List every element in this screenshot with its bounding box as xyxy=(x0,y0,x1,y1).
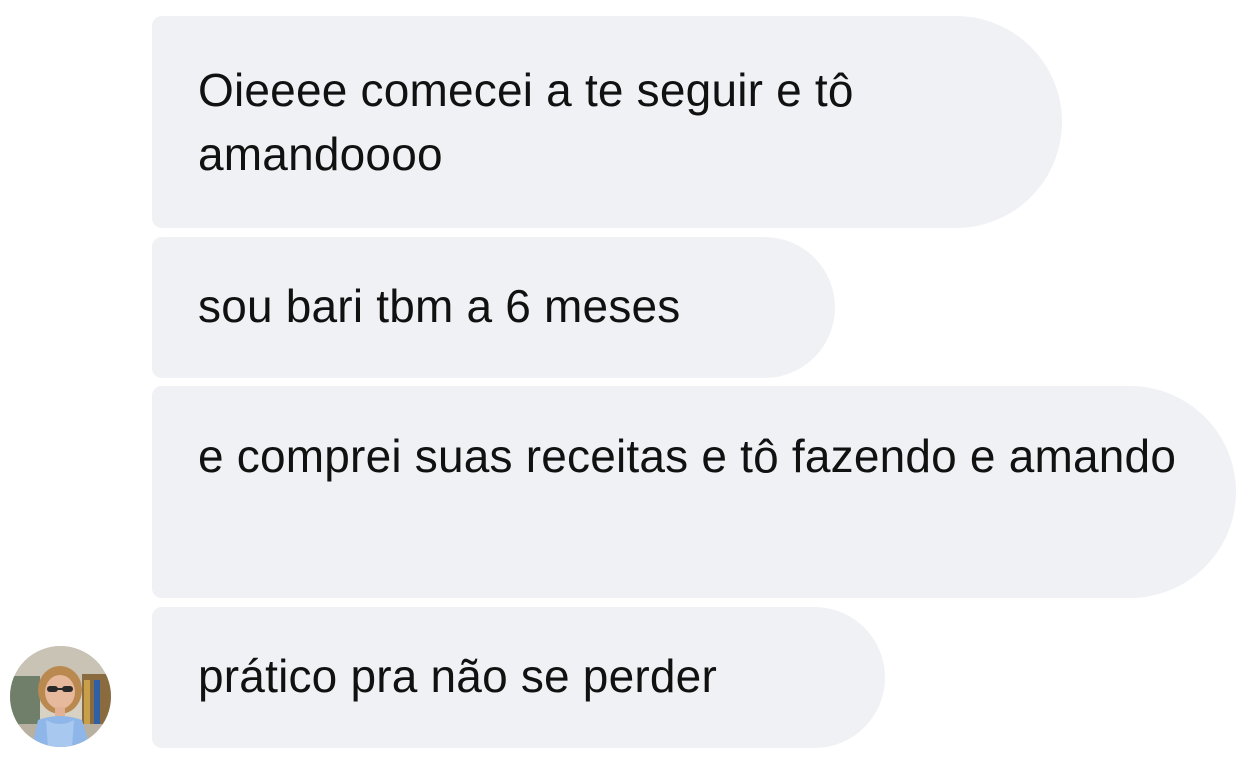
sender-avatar[interactable] xyxy=(10,646,111,747)
message-bubble[interactable]: Oieeee comecei a te seguir e tô amandooo… xyxy=(152,16,1062,228)
message-text: sou bari tbm a 6 meses xyxy=(198,280,681,332)
profile-photo-icon xyxy=(10,646,111,747)
message-bubble[interactable]: sou bari tbm a 6 meses xyxy=(152,237,835,378)
message-text: prático pra não se perder xyxy=(198,650,717,702)
message-bubble[interactable]: e comprei suas receitas e tô fazendo e a… xyxy=(152,386,1236,598)
message-bubble[interactable]: prático pra não se perder xyxy=(152,607,885,748)
message-text: e comprei suas receitas e tô fazendo e a… xyxy=(198,430,1177,482)
message-text: Oieeee comecei a te seguir e tô amandooo… xyxy=(198,64,854,180)
